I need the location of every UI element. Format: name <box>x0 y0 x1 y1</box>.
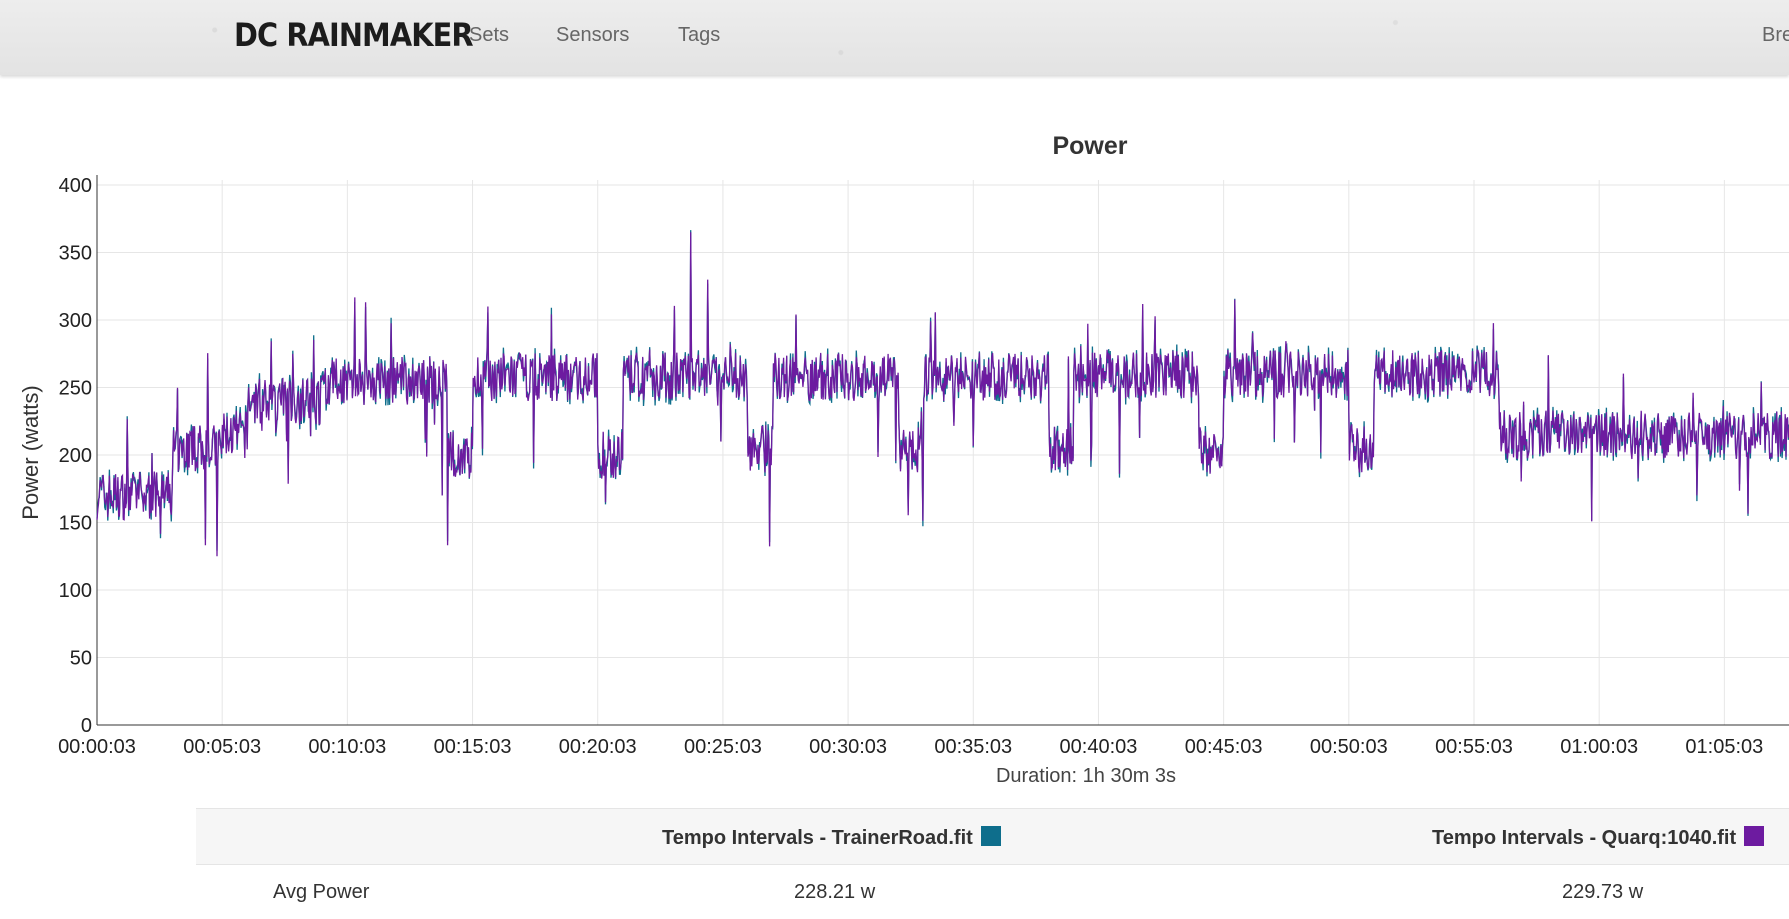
avg-power-trainerroad: 228.21 w <box>794 881 876 903</box>
x-tick-label: 01:00:03 <box>1560 736 1638 758</box>
series-color-swatch <box>1744 826 1765 846</box>
x-tick-label: 00:05:03 <box>183 736 261 758</box>
top-navigation-bar: DC RAINMAKER Sets Sensors Tags Bre <box>0 0 1789 75</box>
x-tick-label: 00:30:03 <box>809 736 887 758</box>
x-tick-label: 00:20:03 <box>559 736 637 758</box>
x-axis-title: Duration: 1h 30m 3s <box>996 765 1176 787</box>
nav-link-sets[interactable]: Sets <box>469 24 509 47</box>
y-tick-label: 200 <box>59 445 92 467</box>
x-tick-label: 00:55:03 <box>1435 736 1513 758</box>
avg-power-quarq: 229.73 w <box>1562 881 1644 903</box>
x-tick-label: 00:35:03 <box>934 736 1012 758</box>
table-header-row: Tempo Intervals - TrainerRoad.fit Tempo … <box>196 808 1789 865</box>
series-color-swatch <box>980 826 1001 846</box>
nav-link-tags[interactable]: Tags <box>678 24 720 47</box>
column-header-quarq: Tempo Intervals - Quarq:1040.fit <box>1432 826 1765 850</box>
y-tick-label: 150 <box>59 513 92 535</box>
y-tick-label: 100 <box>59 580 92 602</box>
x-tick-label: 00:25:03 <box>684 736 762 758</box>
y-tick-label: 350 <box>59 243 92 265</box>
column-header-trainerroad: Tempo Intervals - TrainerRoad.fit <box>662 826 1001 850</box>
y-tick-label: 250 <box>59 378 92 400</box>
column-header-label: Tempo Intervals - TrainerRoad.fit <box>662 827 973 849</box>
chart-title: Power <box>1052 132 1128 160</box>
y-tick-label: 50 <box>70 648 92 670</box>
site-logo[interactable]: DC RAINMAKER <box>234 16 474 54</box>
x-tick-label: 00:10:03 <box>308 736 386 758</box>
x-tick-label: 00:00:03 <box>58 736 136 758</box>
x-tick-label: 00:15:03 <box>434 736 512 758</box>
nav-link-sensors[interactable]: Sensors <box>556 24 629 47</box>
nav-link-partial[interactable]: Bre <box>1762 24 1789 47</box>
y-tick-label: 400 <box>59 175 92 197</box>
x-tick-label: 00:45:03 <box>1185 736 1263 758</box>
x-tick-label: 01:05:03 <box>1685 736 1763 758</box>
y-tick-label: 300 <box>59 310 92 332</box>
row-label-avg-power: Avg Power <box>273 881 370 903</box>
column-header-label: Tempo Intervals - Quarq:1040.fit <box>1432 827 1737 849</box>
power-chart[interactable]: 0 50 100 150 200 250 300 350 400 00:00:03 00:05:03… <box>0 165 1789 795</box>
y-tick-label: 0 <box>81 715 92 737</box>
y-axis-title: Power (watts) <box>18 385 43 519</box>
x-tick-label: 00:40:03 <box>1060 736 1138 758</box>
x-tick-label: 00:50:03 <box>1310 736 1388 758</box>
series-line-2 <box>96 232 1789 557</box>
